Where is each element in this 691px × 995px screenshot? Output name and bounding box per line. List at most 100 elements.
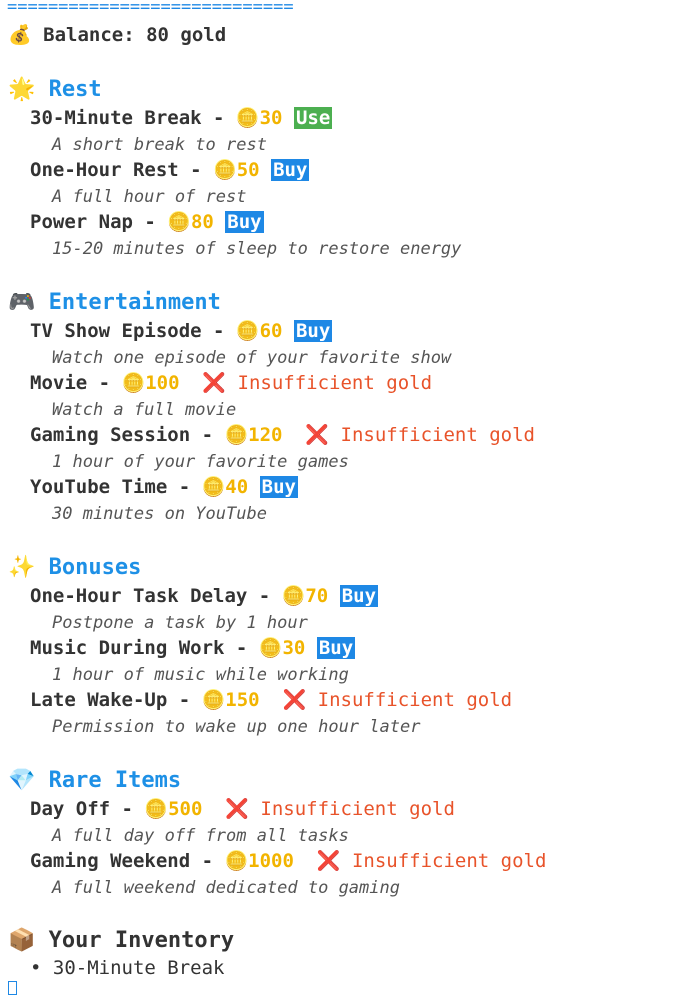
shop-item-power-nap: Power Nap - 🪙80 Buy [30, 211, 264, 233]
insufficient-gold-message: ❌ Insufficient gold [316, 850, 547, 872]
item-name: 30-Minute Break [30, 107, 202, 129]
cross-mark-icon: ❌ [225, 798, 249, 820]
buy-button[interactable]: Buy [225, 211, 264, 233]
item-description: 1 hour of your favorite games [52, 452, 349, 472]
shop-item-late-wake-up: Late Wake-Up - 🪙150 ❌ Insufficient gold [30, 689, 513, 711]
insufficient-gold-message: ❌ Insufficient gold [202, 372, 433, 394]
cross-mark-icon: ❌ [316, 850, 341, 872]
buy-button[interactable]: Buy [293, 320, 333, 342]
coin-icon: 🪙 [121, 372, 146, 394]
item-description: Watch a full movie [52, 400, 237, 420]
section-heading-bonuses: ✨ Bonuses [8, 555, 141, 581]
coin-icon: 🪙 [213, 159, 237, 181]
item-price: 120 [248, 424, 283, 446]
game-controller-icon: 🎮 [8, 290, 36, 315]
coin-icon: 🪙 [224, 850, 249, 872]
shop-item-gaming-weekend: Gaming Weekend - 🪙1000 ❌ Insufficient go… [30, 850, 547, 872]
coin-icon: 🪙 [281, 585, 306, 607]
item-description: 1 hour of music while working [52, 665, 349, 685]
shop-item-tv-show-episode: TV Show Episode - 🪙60 Buy [30, 320, 333, 342]
item-price: 50 [236, 159, 260, 181]
coin-icon: 🪙 [167, 211, 191, 233]
shop-item-youtube-time: YouTube Time - 🪙40 Buy [30, 476, 298, 498]
item-price: 80 [190, 211, 214, 233]
bullet-icon: • [30, 957, 42, 979]
section-title: Rest [48, 77, 102, 102]
shop-item-one-hour-rest: One-Hour Rest - 🪙50 Buy [30, 159, 310, 181]
insufficient-gold-message: ❌ Insufficient gold [282, 689, 513, 711]
item-name: YouTube Time [30, 476, 168, 498]
inventory-title: Your Inventory [48, 928, 235, 953]
buy-button[interactable]: Buy [316, 637, 356, 659]
terminal-output: ============================ 💰 Balance: … [0, 0, 691, 995]
item-price: 500 [168, 798, 203, 820]
item-description: 30 minutes on YouTube [52, 504, 267, 524]
buy-button[interactable]: Buy [339, 585, 379, 607]
item-description: A full weekend dedicated to gaming [52, 878, 400, 898]
item-name: Day Off [30, 798, 111, 820]
item-description: 15-20 minutes of sleep to restore energy [52, 239, 462, 259]
item-name: Gaming Weekend [30, 850, 191, 872]
item-name: Movie [30, 372, 88, 394]
inventory-heading: 📦 Your Inventory [8, 928, 234, 954]
shop-item-gaming-session: Gaming Session - 🪙120 ❌ Insufficient gol… [30, 424, 535, 446]
item-price: 30 [259, 107, 283, 129]
package-icon: 📦 [8, 928, 36, 953]
item-description: A full day off from all tasks [52, 826, 349, 846]
inventory-item: • 30-Minute Break [30, 955, 225, 981]
coin-icon: 🪙 [235, 320, 260, 342]
insufficient-gold-message: ❌ Insufficient gold [225, 798, 455, 820]
section-heading-entertainment: 🎮 Entertainment [8, 290, 221, 316]
coin-icon: 🪙 [144, 798, 169, 820]
item-name: Power Nap [30, 211, 133, 233]
shop-item-movie: Movie - 🪙100 ❌ Insufficient gold [30, 372, 433, 394]
balance-text: Balance: 80 gold [43, 24, 227, 46]
cross-mark-icon: ❌ [305, 424, 330, 446]
item-description: Watch one episode of your favorite show [52, 348, 452, 368]
star-icon: 🌟 [8, 77, 36, 102]
item-price: 100 [145, 372, 180, 394]
item-description: A full hour of rest [52, 187, 247, 207]
sparkles-icon: ✨ [8, 555, 36, 580]
use-button[interactable]: Use [293, 107, 333, 129]
cross-mark-icon: ❌ [202, 372, 227, 394]
coin-icon: 🪙 [201, 476, 226, 498]
inventory-item-name: 30-Minute Break [52, 957, 225, 979]
item-name: TV Show Episode [30, 320, 202, 342]
buy-button[interactable]: Buy [259, 476, 298, 498]
item-price: 30 [282, 637, 306, 659]
item-price: 70 [305, 585, 329, 607]
coin-icon: 🪙 [258, 637, 283, 659]
item-name: One-Hour Rest [30, 159, 179, 181]
item-description: A short break to rest [52, 135, 267, 155]
item-price: 150 [225, 689, 260, 711]
item-description: Postpone a task by 1 hour [52, 613, 308, 633]
coin-icon: 🪙 [201, 689, 226, 711]
shop-item-day-off: Day Off - 🪙500 ❌ Insufficient gold [30, 798, 455, 820]
shop-item-music-during-work: Music During Work - 🪙30 Buy [30, 637, 356, 659]
cross-mark-icon: ❌ [282, 689, 307, 711]
item-price: 1000 [248, 850, 294, 872]
section-title: Rare Items [48, 768, 182, 793]
section-title: Bonuses [48, 555, 142, 580]
section-title: Entertainment [48, 290, 221, 315]
insufficient-gold-message: ❌ Insufficient gold [305, 424, 535, 446]
section-heading-rare-items: 💎 Rare Items [8, 768, 181, 794]
terminal-cursor [8, 981, 17, 995]
separator-line: ============================ [7, 0, 294, 17]
balance-line: 💰 Balance: 80 gold [8, 22, 226, 48]
shop-item-one-hour-task-delay: One-Hour Task Delay - 🪙70 Buy [30, 585, 379, 607]
money-bag-icon: 💰 [8, 24, 32, 46]
buy-button[interactable]: Buy [271, 159, 310, 181]
item-name: One-Hour Task Delay [30, 585, 248, 607]
section-heading-rest: 🌟 Rest [8, 77, 102, 103]
coin-icon: 🪙 [235, 107, 260, 129]
item-name: Music During Work [30, 637, 225, 659]
gem-icon: 💎 [8, 768, 36, 793]
coin-icon: 🪙 [224, 424, 249, 446]
item-description: Permission to wake up one hour later [52, 717, 421, 737]
shop-item-30-minute-break: 30-Minute Break - 🪙30 Use [30, 107, 333, 129]
item-name: Gaming Session [30, 424, 191, 446]
item-name: Late Wake-Up [30, 689, 168, 711]
item-price: 40 [225, 476, 249, 498]
